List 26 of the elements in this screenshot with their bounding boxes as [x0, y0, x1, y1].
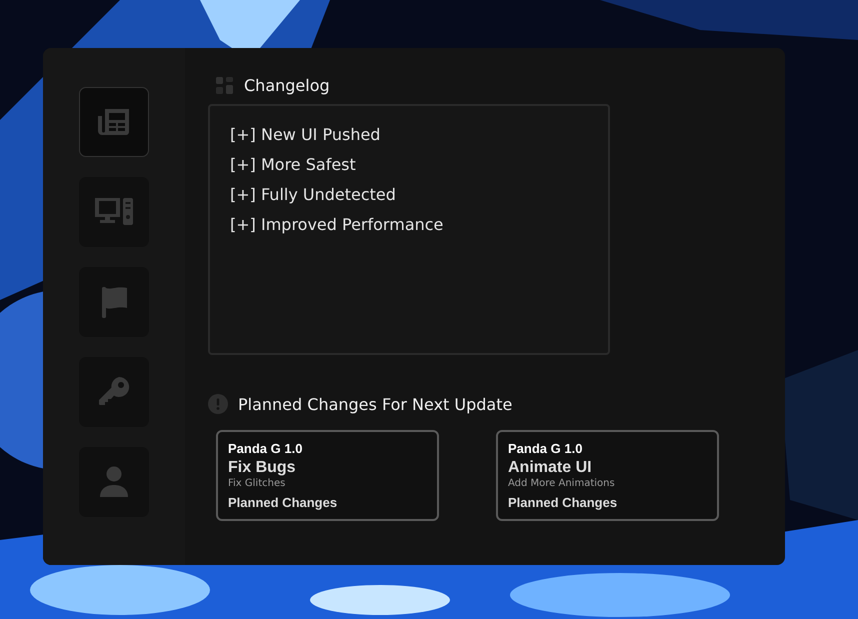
- product-name: Panda G 1.0: [508, 441, 584, 456]
- card-subtitle: Add More Animations: [508, 478, 616, 489]
- card-status: Planned Changes: [508, 495, 618, 510]
- sidebar-tab[interactable]: [79, 357, 149, 427]
- sidebar-tab[interactable]: [79, 447, 149, 517]
- key-icon: [98, 376, 130, 408]
- exclamation-icon: [208, 394, 228, 414]
- sidebar-tab[interactable]: [79, 177, 149, 247]
- flag-icon: [100, 286, 128, 318]
- changelog-entry: [+] Fully Undetected: [230, 185, 397, 205]
- changelog-entry: [+] New UI Pushed: [230, 125, 382, 145]
- sidebar-tab[interactable]: [79, 267, 149, 337]
- section-title: Changelog: [244, 76, 330, 95]
- product-name: Panda G 1.0: [228, 441, 304, 456]
- card-status: Planned Changes: [228, 495, 338, 510]
- sidebar-tab[interactable]: [79, 87, 149, 157]
- changelog-entry: [+] More Safest: [230, 155, 357, 175]
- desktop-computer-icon: [94, 197, 134, 227]
- user-icon: [99, 466, 129, 498]
- card-title: Fix Bugs: [228, 459, 297, 477]
- section-title: Planned Changes For Next Update: [238, 394, 512, 414]
- changelog-entry: [+] Improved Performance: [230, 215, 444, 235]
- card-subtitle: Fix Glitches: [228, 478, 286, 489]
- newspaper-icon: [97, 108, 131, 136]
- grid-icon: [216, 76, 234, 94]
- card-title: Animate UI: [508, 459, 593, 477]
